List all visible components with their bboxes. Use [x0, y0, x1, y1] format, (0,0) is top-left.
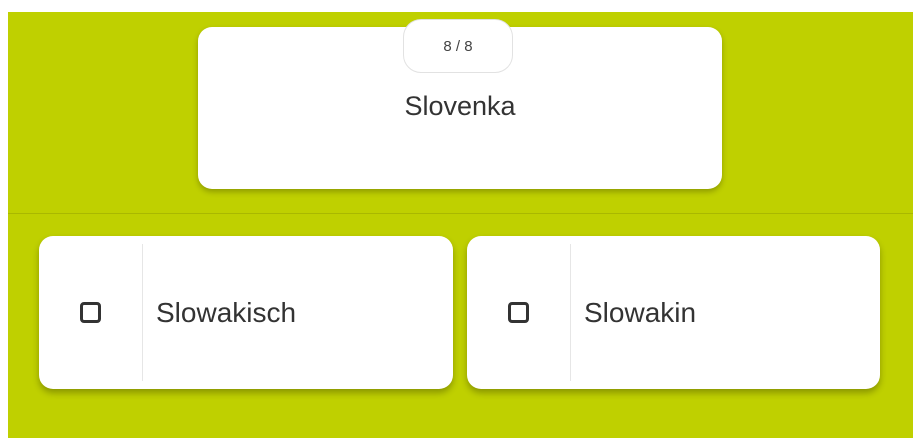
answer-option-2[interactable]: Slowakin — [467, 236, 880, 389]
divider — [8, 213, 913, 214]
progress-counter: 8 / 8 — [403, 19, 513, 73]
question-text: Slovenka — [404, 91, 516, 121]
answer-label: Slowakin — [584, 296, 697, 328]
answer-checkbox-area[interactable] — [39, 244, 143, 381]
checkbox-icon[interactable] — [80, 302, 101, 323]
answer-checkbox-area[interactable] — [467, 244, 571, 381]
quiz-stage: 8 / 8 Slovenka Slowakisch Slowakin — [8, 12, 913, 438]
answer-option-1[interactable]: Slowakisch — [39, 236, 453, 389]
answer-label: Slowakisch — [156, 296, 297, 328]
checkbox-icon[interactable] — [508, 302, 529, 323]
question-card: 8 / 8 Slovenka — [198, 19, 722, 189]
